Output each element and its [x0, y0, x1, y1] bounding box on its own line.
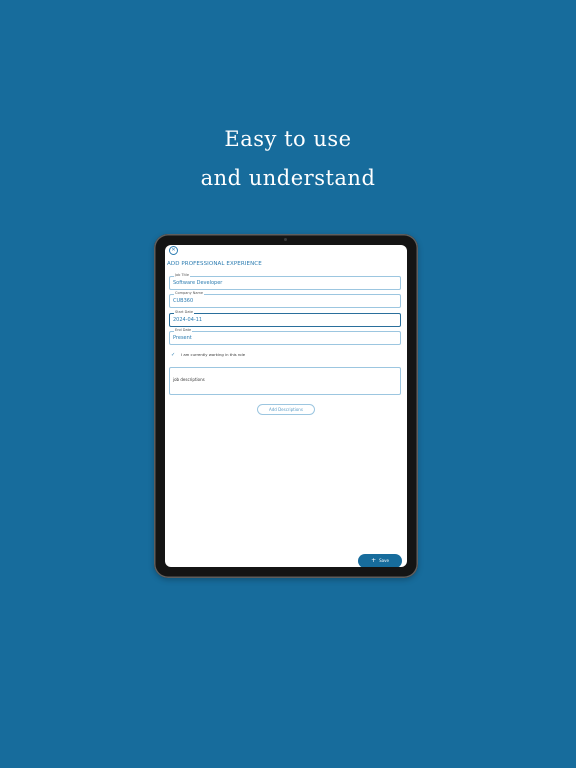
add-descriptions-button[interactable]: Add Descriptions — [257, 404, 315, 415]
tablet-device-frame: ✕ ADD PROFESSIONAL EXPERIENCE Job Title … — [154, 234, 418, 578]
promo-headline-line1: Easy to use — [224, 127, 352, 151]
end-date-value: Present — [173, 335, 192, 341]
job-title-value: Software Developer — [173, 280, 223, 286]
form-title: ADD PROFESSIONAL EXPERIENCE — [167, 261, 262, 267]
tablet-screen: ✕ ADD PROFESSIONAL EXPERIENCE Job Title … — [165, 245, 407, 567]
company-name-field[interactable]: Company Name CUB360 — [169, 291, 401, 308]
check-icon[interactable]: ✓ — [171, 351, 175, 359]
start-date-label: Start Date — [174, 310, 195, 315]
job-description-textarea[interactable]: job descriptions — [169, 367, 401, 395]
save-label: Save — [379, 558, 389, 563]
start-date-value: 2024-04-11 — [173, 317, 203, 323]
end-date-label: End Date — [174, 328, 193, 333]
currently-working-label: I am currently working in this role — [181, 352, 246, 357]
promo-headline-line2: and understand — [200, 166, 376, 190]
job-title-label: Job Title — [174, 273, 191, 278]
start-date-field[interactable]: Start Date 2024-04-11 — [169, 310, 401, 327]
plus-icon: + — [371, 557, 377, 564]
job-title-field[interactable]: Job Title Software Developer — [169, 273, 401, 290]
front-camera — [284, 238, 287, 241]
save-button[interactable]: + Save — [358, 554, 402, 567]
company-name-value: CUB360 — [173, 298, 194, 304]
close-icon[interactable]: ✕ — [169, 246, 178, 255]
company-name-label: Company Name — [174, 291, 205, 296]
end-date-field[interactable]: End Date Present — [169, 328, 401, 345]
job-description-text: job descriptions — [173, 377, 205, 382]
